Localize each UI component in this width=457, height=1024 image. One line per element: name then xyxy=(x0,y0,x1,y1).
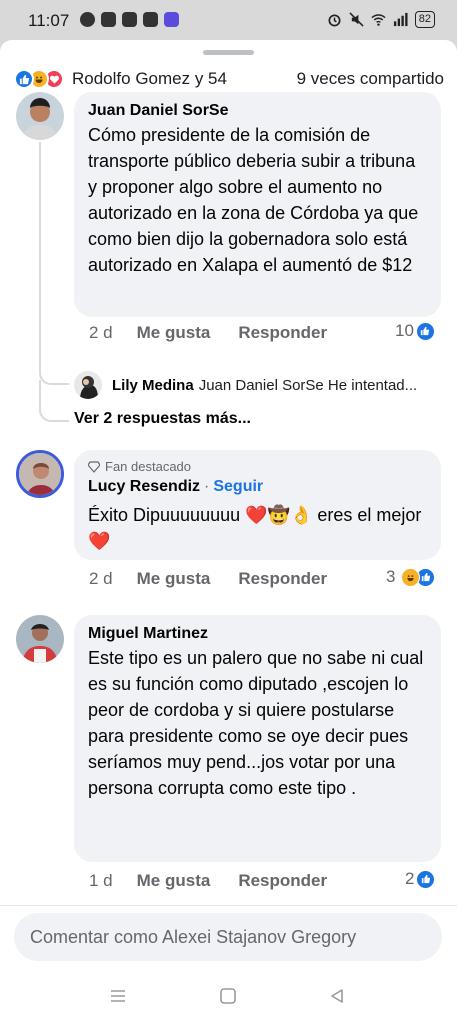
system-icons: 82 xyxy=(327,11,435,28)
video-app-icon xyxy=(164,12,179,27)
wifi-icon xyxy=(371,14,386,26)
like-reaction-icon xyxy=(14,69,34,89)
comment-text: Cómo presidente de la comisión de transp… xyxy=(88,125,419,275)
reaction-count: 10 xyxy=(395,321,414,340)
like-button[interactable]: Me gusta xyxy=(137,871,211,891)
comment-actions: 1 d Me gusta Responder xyxy=(89,871,355,891)
like-reaction-icon xyxy=(415,321,435,341)
comment-text-part: Éxito Dipuuuuuuuu xyxy=(88,505,246,525)
status-time: 11:07 xyxy=(28,11,70,30)
fan-badge: Fan destacado xyxy=(88,458,427,476)
chat-icon xyxy=(143,12,158,27)
like-button[interactable]: Me gusta xyxy=(137,569,211,589)
reaction-count: 2 xyxy=(405,869,415,888)
reply-author: Lily Medina xyxy=(112,376,194,394)
comment-author-row: Lucy Resendiz · Seguir xyxy=(88,476,427,498)
reply-button[interactable]: Responder xyxy=(238,323,327,343)
view-more-replies-link[interactable]: Ver 2 respuestas más... xyxy=(74,410,251,428)
comment-author[interactable]: Miguel Martinez xyxy=(88,623,427,645)
reply-button[interactable]: Responder xyxy=(238,871,327,891)
comments-sheet: Rodolfo Gomez y 54 9 veces compartido Ju… xyxy=(0,40,457,1024)
back-icon[interactable] xyxy=(328,987,346,1005)
comment-text: Este tipo es un palero que no sabe ni cu… xyxy=(88,648,424,798)
shares-count[interactable]: 9 veces compartido xyxy=(297,69,444,89)
avatar[interactable] xyxy=(16,450,64,498)
notification-icons xyxy=(80,12,179,27)
signal-icon xyxy=(393,12,408,27)
battery-icon: 82 xyxy=(414,11,435,28)
alarm-icon xyxy=(328,14,341,27)
comment-input[interactable]: Comentar como Alexei Stajanov Gregory xyxy=(14,913,442,961)
menu-icon[interactable] xyxy=(109,987,127,1005)
comment-reactions[interactable]: 3 xyxy=(386,567,436,587)
mute-icon xyxy=(349,12,364,27)
diamond-icon xyxy=(88,461,100,473)
comment-author[interactable]: Lucy Resendiz xyxy=(88,478,200,495)
comment-actions: 2 d Me gusta Responder xyxy=(89,569,355,589)
comment-text: Éxito Dipuuuuuuuu ❤️🤠👌 eres el mejor ❤️ xyxy=(88,502,427,554)
thread-connector xyxy=(39,340,69,385)
like-reaction-icon xyxy=(416,869,436,889)
comment-time: 2 d xyxy=(89,323,113,342)
fan-badge-label: Fan destacado xyxy=(105,459,192,474)
thread-connector xyxy=(39,380,69,422)
reply-preview[interactable]: Lily Medina Juan Daniel SorSe He intenta… xyxy=(74,370,446,400)
divider xyxy=(0,905,457,906)
system-navigation-bar xyxy=(0,975,457,1024)
emoji-group: ❤️🤠👌 xyxy=(245,505,313,525)
comment-time: 2 d xyxy=(89,569,113,588)
comment-time: 1 d xyxy=(89,871,113,890)
comment-actions: 2 d Me gusta Responder xyxy=(89,323,355,343)
avatar[interactable] xyxy=(16,615,64,663)
avatar[interactable] xyxy=(16,92,64,140)
comment-bubble[interactable]: Juan Daniel SorSe Cómo presidente de la … xyxy=(74,92,441,317)
reply-button[interactable]: Responder xyxy=(238,569,327,589)
reactions-summary[interactable]: Rodolfo Gomez y 54 9 veces compartido xyxy=(14,66,444,92)
reply-text: Juan Daniel SorSe He intentad... xyxy=(198,376,418,394)
like-button[interactable]: Me gusta xyxy=(137,323,211,343)
avatar[interactable] xyxy=(74,371,102,399)
thread-line xyxy=(39,142,41,352)
messenger-icon xyxy=(80,12,95,27)
app-icon xyxy=(122,12,137,27)
shield-icon xyxy=(101,12,116,27)
comment-bubble[interactable]: Miguel Martinez Este tipo es un palero q… xyxy=(74,615,441,862)
reactions-names: Rodolfo Gomez y 54 xyxy=(72,69,227,88)
drag-handle[interactable] xyxy=(203,50,254,55)
status-bar: 11:07 82 xyxy=(0,0,457,40)
comment-reactions[interactable]: 2 xyxy=(405,869,436,889)
separator-dot: · xyxy=(204,478,210,495)
comment-input-placeholder: Comentar como Alexei Stajanov Gregory xyxy=(30,926,357,947)
home-icon[interactable] xyxy=(219,987,237,1005)
comment-bubble[interactable]: Fan destacado Lucy Resendiz · Seguir Éxito… xyxy=(74,450,441,560)
haha-reaction-icon xyxy=(401,567,421,587)
comment-reactions[interactable]: 10 xyxy=(395,321,435,341)
follow-button[interactable]: Seguir xyxy=(213,478,263,495)
comment-author[interactable]: Juan Daniel SorSe xyxy=(88,100,427,122)
reaction-count: 3 xyxy=(386,567,396,586)
